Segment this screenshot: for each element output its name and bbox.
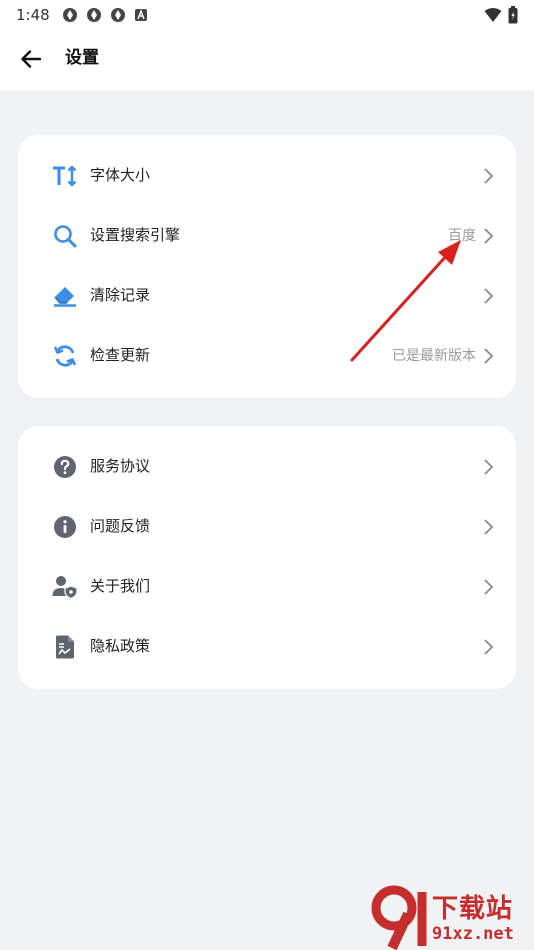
settings-item-label: 服务协议 (90, 457, 151, 475)
font-size-icon (52, 163, 78, 189)
chevron-right-icon (484, 228, 494, 244)
settings-item-service-agreement[interactable]: 服务协议 (18, 436, 516, 496)
settings-item-label: 清除记录 (90, 286, 151, 304)
app-bar: 设置 (0, 30, 534, 90)
battery-icon (508, 6, 518, 28)
status-bar: 1:48 (0, 0, 534, 30)
settings-item-label: 隐私政策 (90, 637, 151, 655)
chevron-right-icon (484, 168, 494, 184)
chevron-right-icon (484, 348, 494, 364)
settings-item-label: 问题反馈 (90, 517, 151, 535)
info-icon (52, 514, 78, 540)
settings-item-check-update[interactable]: 检查更新 已是最新版本 (18, 325, 516, 385)
settings-item-about-us[interactable]: 关于我们 (18, 556, 516, 616)
search-icon (52, 223, 78, 249)
app-notification-icon (62, 7, 78, 23)
chevron-right-icon (484, 459, 494, 475)
eraser-icon (52, 283, 78, 309)
settings-item-clear-history[interactable]: 清除记录 (18, 265, 516, 325)
settings-group-general: 字体大小 设置搜索引擎 百度 清除记录 检查更新 已是最新版本 (18, 135, 516, 398)
chevron-right-icon (484, 288, 494, 304)
settings-item-feedback[interactable]: 问题反馈 (18, 496, 516, 556)
page-title: 设置 (65, 48, 99, 68)
settings-item-label: 检查更新 (90, 346, 151, 364)
app-notification-icon (86, 7, 102, 23)
chevron-right-icon (484, 639, 494, 655)
settings-item-search-engine[interactable]: 设置搜索引擎 百度 (18, 205, 516, 265)
settings-group-about: 服务协议 问题反馈 关于我们 隐私政策 (18, 426, 516, 689)
update-status-value: 已是最新版本 (392, 348, 476, 364)
settings-item-privacy-policy[interactable]: 隐私政策 (18, 616, 516, 676)
question-icon (52, 454, 78, 480)
a-badge-icon (134, 8, 148, 22)
settings-item-label: 设置搜索引擎 (90, 226, 181, 244)
status-time: 1:48 (16, 6, 50, 24)
settings-item-label: 关于我们 (90, 577, 151, 595)
settings-item-label: 字体大小 (90, 166, 151, 184)
refresh-icon (52, 343, 78, 369)
wifi-icon (484, 7, 502, 27)
app-notification-icon (110, 7, 126, 23)
chevron-right-icon (484, 519, 494, 535)
search-engine-value: 百度 (448, 228, 476, 244)
user-shield-icon (52, 574, 78, 600)
watermark-brand: 下载站 (432, 894, 514, 924)
settings-item-font-size[interactable]: 字体大小 (18, 145, 516, 205)
back-button[interactable] (16, 46, 46, 72)
chevron-right-icon (484, 579, 494, 595)
arrow-left-icon (21, 50, 41, 68)
watermark-url: 91xz.net (432, 924, 514, 944)
document-icon (52, 634, 78, 660)
